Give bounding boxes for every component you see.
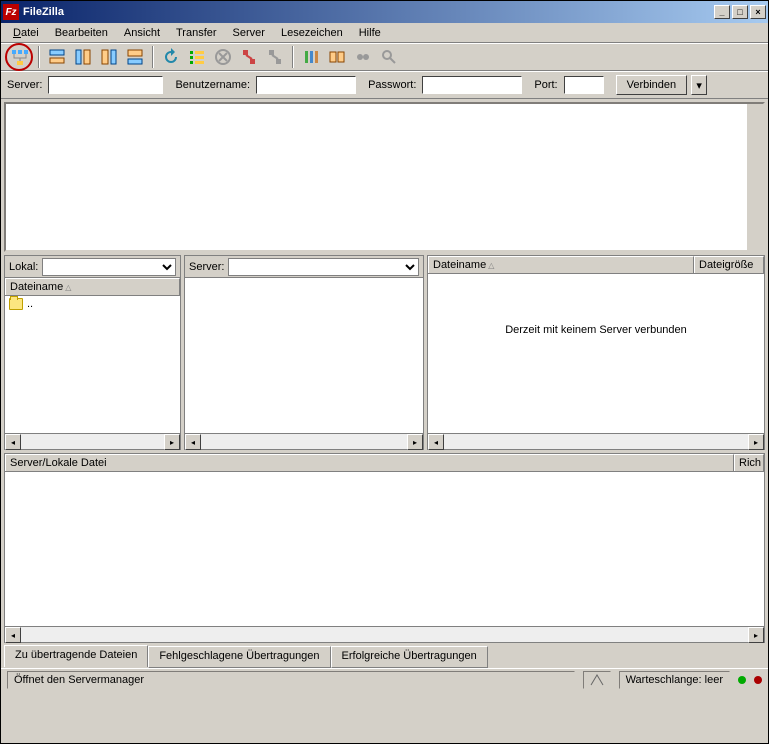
- remote-list-pane: Dateiname△ Dateigröße Derzeit mit keinem…: [427, 255, 765, 450]
- local-label: Lokal:: [9, 261, 38, 273]
- process-queue-button[interactable]: [185, 45, 209, 69]
- server-label: Server:: [189, 261, 224, 273]
- not-connected-message: Derzeit mit keinem Server verbunden: [428, 324, 764, 336]
- password-input[interactable]: [422, 76, 522, 94]
- connect-button[interactable]: Verbinden: [616, 75, 688, 95]
- remote-path-combo[interactable]: [228, 258, 419, 276]
- log-scrollbar[interactable]: [747, 104, 763, 250]
- menubar: Datei Bearbeiten Ansicht Transfer Server…: [1, 23, 768, 43]
- username-label: Benutzername:: [175, 79, 250, 91]
- remote-columns: Dateiname△ Dateigröße: [428, 256, 764, 274]
- tab-failed[interactable]: Fehlgeschlagene Übertragungen: [148, 646, 330, 668]
- server-label: Server:: [7, 79, 42, 91]
- tab-queued[interactable]: Zu übertragende Dateien: [4, 645, 148, 667]
- local-header: Lokal:: [5, 256, 180, 278]
- sort-asc-icon: △: [65, 283, 71, 292]
- port-input[interactable]: [564, 76, 604, 94]
- activity-led-recv: [738, 676, 746, 684]
- remote-tree-header: Server:: [185, 256, 423, 278]
- local-file-list[interactable]: ..: [5, 296, 180, 433]
- menu-file[interactable]: Datei: [5, 25, 47, 41]
- menu-help[interactable]: Hilfe: [351, 25, 389, 41]
- col-filesize[interactable]: Dateigröße: [694, 256, 764, 273]
- window-title: FileZilla: [23, 6, 712, 18]
- local-path-combo[interactable]: [42, 258, 176, 276]
- remote-tree-pane: Server: ◂▸: [184, 255, 424, 450]
- remote-tree-body[interactable]: [185, 278, 423, 433]
- menu-transfer[interactable]: Transfer: [168, 25, 225, 41]
- remote-tree-hscroll[interactable]: ◂▸: [185, 433, 423, 449]
- menu-edit[interactable]: Bearbeiten: [47, 25, 116, 41]
- toggle-queue-button[interactable]: [123, 45, 147, 69]
- list-item[interactable]: ..: [5, 296, 180, 312]
- username-input[interactable]: [256, 76, 356, 94]
- col-filename[interactable]: Dateiname△: [428, 256, 694, 273]
- password-label: Passwort:: [368, 79, 416, 91]
- menu-server[interactable]: Server: [225, 25, 273, 41]
- queue-body[interactable]: [5, 472, 764, 626]
- port-label: Port:: [534, 79, 557, 91]
- menu-view[interactable]: Ansicht: [116, 25, 168, 41]
- remote-list-hscroll[interactable]: ◂▸: [428, 433, 764, 449]
- status-hint: Öffnet den Servermanager: [7, 671, 575, 689]
- app-logo-icon: Fz: [3, 4, 19, 20]
- quickconnect-bar: Server: Benutzername: Passwort: Port: Ve…: [1, 71, 768, 99]
- toolbar-separator: [38, 46, 40, 68]
- toggle-log-button[interactable]: [45, 45, 69, 69]
- toolbar: [1, 43, 768, 71]
- mid-section: Lokal: Dateiname△ .. ◂▸ Server: ◂▸: [1, 255, 768, 450]
- connect-dropdown-button[interactable]: ▾: [691, 75, 707, 95]
- local-columns: Dateiname△: [5, 278, 180, 296]
- toolbar-separator: [292, 46, 294, 68]
- toggle-remote-tree-button[interactable]: [97, 45, 121, 69]
- folder-icon: [9, 298, 23, 310]
- titlebar[interactable]: Fz FileZilla _ □ ×: [1, 1, 768, 23]
- local-hscroll[interactable]: ◂▸: [5, 433, 180, 449]
- queue-tabs: Zu übertragende Dateien Fehlgeschlagene …: [1, 646, 768, 668]
- search-button[interactable]: [377, 45, 401, 69]
- queue-pane: Server/Lokale Datei Rich ◂▸: [4, 453, 765, 643]
- message-log[interactable]: [4, 102, 765, 252]
- activity-led-send: [754, 676, 762, 684]
- close-button[interactable]: ×: [750, 5, 766, 19]
- main-window: Fz FileZilla _ □ × Datei Bearbeiten Ansi…: [0, 0, 769, 744]
- col-filename[interactable]: Dateiname△: [5, 278, 180, 295]
- sort-asc-icon: △: [488, 261, 494, 270]
- sync-browse-button[interactable]: [351, 45, 375, 69]
- status-queue: Warteschlange: leer: [619, 671, 730, 689]
- statusbar: Öffnet den Servermanager Warteschlange: …: [1, 668, 768, 690]
- disconnect-button[interactable]: [237, 45, 261, 69]
- filename: ..: [27, 298, 33, 310]
- reconnect-button[interactable]: [263, 45, 287, 69]
- toolbar-separator: [152, 46, 154, 68]
- col-direction[interactable]: Rich: [734, 454, 764, 471]
- remote-file-list[interactable]: Derzeit mit keinem Server verbunden: [428, 274, 764, 433]
- toggle-local-tree-button[interactable]: [71, 45, 95, 69]
- tab-successful[interactable]: Erfolgreiche Übertragungen: [331, 646, 488, 668]
- refresh-button[interactable]: [159, 45, 183, 69]
- server-input[interactable]: [48, 76, 163, 94]
- compare-button[interactable]: [325, 45, 349, 69]
- cancel-button[interactable]: [211, 45, 235, 69]
- local-pane: Lokal: Dateiname△ .. ◂▸: [4, 255, 181, 450]
- queue-columns: Server/Lokale Datei Rich: [5, 454, 764, 472]
- col-server-local[interactable]: Server/Lokale Datei: [5, 454, 734, 471]
- menu-bookmarks[interactable]: Lesezeichen: [273, 25, 351, 41]
- maximize-button[interactable]: □: [732, 5, 748, 19]
- sitemanager-button[interactable]: [5, 43, 33, 71]
- filter-button[interactable]: [299, 45, 323, 69]
- minimize-button[interactable]: _: [714, 5, 730, 19]
- status-network-icon: [583, 671, 611, 689]
- queue-hscroll[interactable]: ◂▸: [5, 626, 764, 642]
